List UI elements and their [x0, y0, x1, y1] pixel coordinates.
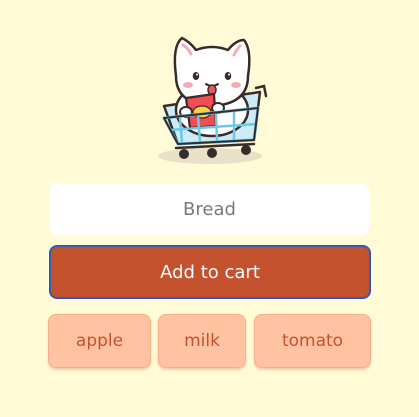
- suggestion-chips: apple milk tomato: [48, 314, 372, 370]
- cat-in-shopping-cart-icon: [150, 28, 270, 168]
- suggestion-chip-apple[interactable]: apple: [48, 314, 151, 368]
- suggestion-chip-milk[interactable]: milk: [158, 314, 246, 368]
- add-to-cart-button[interactable]: Add to cart: [49, 245, 371, 299]
- suggestion-chip-tomato[interactable]: tomato: [254, 314, 371, 368]
- item-input[interactable]: [49, 184, 370, 235]
